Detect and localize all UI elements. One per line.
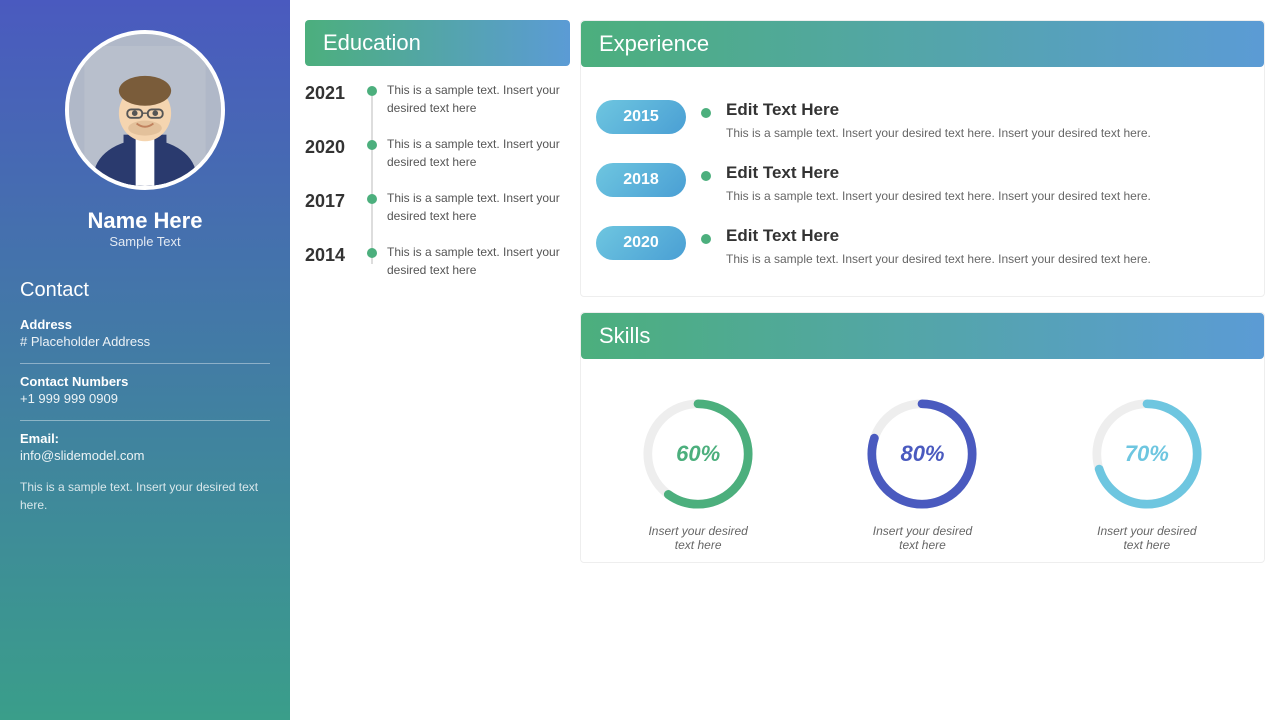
sidebar-footer: This is a sample text. Insert your desir… — [20, 478, 270, 514]
experience-items: 2015 Edit Text Here This is a sample tex… — [581, 82, 1264, 286]
education-item: 2017 This is a sample text. Insert your … — [305, 189, 570, 225]
skill-circle: 70% — [1087, 394, 1207, 514]
divider-1 — [20, 363, 270, 364]
contact-email: Email: info@slidemodel.com — [20, 431, 270, 463]
education-title: Education — [323, 30, 421, 56]
email-label: Email: — [20, 431, 270, 446]
contact-section: Contact Address # Placeholder Address Co… — [20, 279, 270, 514]
skill-percent: 70% — [1125, 441, 1169, 467]
skills-header: Skills — [581, 313, 1264, 359]
exp-year-badge: 2018 — [596, 163, 686, 197]
skill-percent: 80% — [900, 441, 944, 467]
skill-item: 60% Insert your desiredtext here — [638, 394, 758, 552]
education-section: Education 2021 This is a sample text. In… — [305, 20, 570, 700]
exp-heading: Edit Text Here — [726, 163, 1249, 183]
edu-year: 2020 — [305, 135, 357, 158]
experience-item: 2018 Edit Text Here This is a sample tex… — [596, 155, 1249, 213]
exp-desc: This is a sample text. Insert your desir… — [726, 124, 1249, 142]
sidebar: Name Here Sample Text Contact Address # … — [0, 0, 290, 720]
right-column: Experience 2015 Edit Text Here This is a… — [580, 20, 1265, 700]
exp-desc: This is a sample text. Insert your desir… — [726, 250, 1249, 268]
edu-year: 2021 — [305, 81, 357, 104]
skill-label: Insert your desiredtext here — [873, 524, 972, 552]
phone-label: Contact Numbers — [20, 374, 270, 389]
exp-year-badge: 2020 — [596, 226, 686, 260]
education-timeline: 2021 This is a sample text. Insert your … — [305, 81, 570, 700]
skills-items: 60% Insert your desiredtext here 80% Ins… — [581, 374, 1264, 562]
skill-circle: 80% — [862, 394, 982, 514]
skills-title: Skills — [599, 323, 650, 349]
edu-text: This is a sample text. Insert your desir… — [387, 81, 570, 117]
skill-circle: 60% — [638, 394, 758, 514]
exp-heading: Edit Text Here — [726, 100, 1249, 120]
edu-dot — [367, 140, 377, 150]
profile-subtitle: Sample Text — [109, 234, 180, 249]
experience-title: Experience — [599, 31, 709, 57]
experience-section: Experience 2015 Edit Text Here This is a… — [580, 20, 1265, 297]
exp-content: Edit Text Here This is a sample text. In… — [726, 226, 1249, 268]
exp-dot — [701, 108, 711, 118]
edu-year: 2014 — [305, 243, 357, 266]
main-content: Education 2021 This is a sample text. In… — [290, 0, 1280, 720]
email-value: info@slidemodel.com — [20, 448, 270, 463]
skill-label: Insert your desiredtext here — [1097, 524, 1196, 552]
skill-label: Insert your desiredtext here — [648, 524, 747, 552]
avatar-image — [69, 34, 221, 186]
edu-dot — [367, 194, 377, 204]
skill-percent: 60% — [676, 441, 720, 467]
exp-year-badge: 2015 — [596, 100, 686, 134]
education-item: 2020 This is a sample text. Insert your … — [305, 135, 570, 171]
education-header: Education — [305, 20, 570, 66]
contact-title: Contact — [20, 279, 270, 302]
edu-year: 2017 — [305, 189, 357, 212]
skill-item: 80% Insert your desiredtext here — [862, 394, 982, 552]
profile-name: Name Here — [88, 208, 203, 234]
experience-item: 2015 Edit Text Here This is a sample tex… — [596, 92, 1249, 150]
address-value: # Placeholder Address — [20, 334, 270, 349]
phone-value: +1 999 999 0909 — [20, 391, 270, 406]
exp-heading: Edit Text Here — [726, 226, 1249, 246]
edu-dot — [367, 248, 377, 258]
exp-dot — [701, 171, 711, 181]
avatar — [65, 30, 225, 190]
divider-2 — [20, 420, 270, 421]
contact-phone: Contact Numbers +1 999 999 0909 — [20, 374, 270, 406]
edu-text: This is a sample text. Insert your desir… — [387, 189, 570, 225]
edu-dot — [367, 86, 377, 96]
address-label: Address — [20, 317, 270, 332]
exp-content: Edit Text Here This is a sample text. In… — [726, 100, 1249, 142]
exp-dot — [701, 234, 711, 244]
edu-text: This is a sample text. Insert your desir… — [387, 243, 570, 279]
exp-content: Edit Text Here This is a sample text. In… — [726, 163, 1249, 205]
experience-header: Experience — [581, 21, 1264, 67]
experience-item: 2020 Edit Text Here This is a sample tex… — [596, 218, 1249, 276]
contact-address: Address # Placeholder Address — [20, 317, 270, 349]
edu-text: This is a sample text. Insert your desir… — [387, 135, 570, 171]
education-item: 2014 This is a sample text. Insert your … — [305, 243, 570, 279]
skills-section: Skills 60% Insert your desiredtext here … — [580, 312, 1265, 563]
exp-desc: This is a sample text. Insert your desir… — [726, 187, 1249, 205]
education-item: 2021 This is a sample text. Insert your … — [305, 81, 570, 117]
skill-item: 70% Insert your desiredtext here — [1087, 394, 1207, 552]
